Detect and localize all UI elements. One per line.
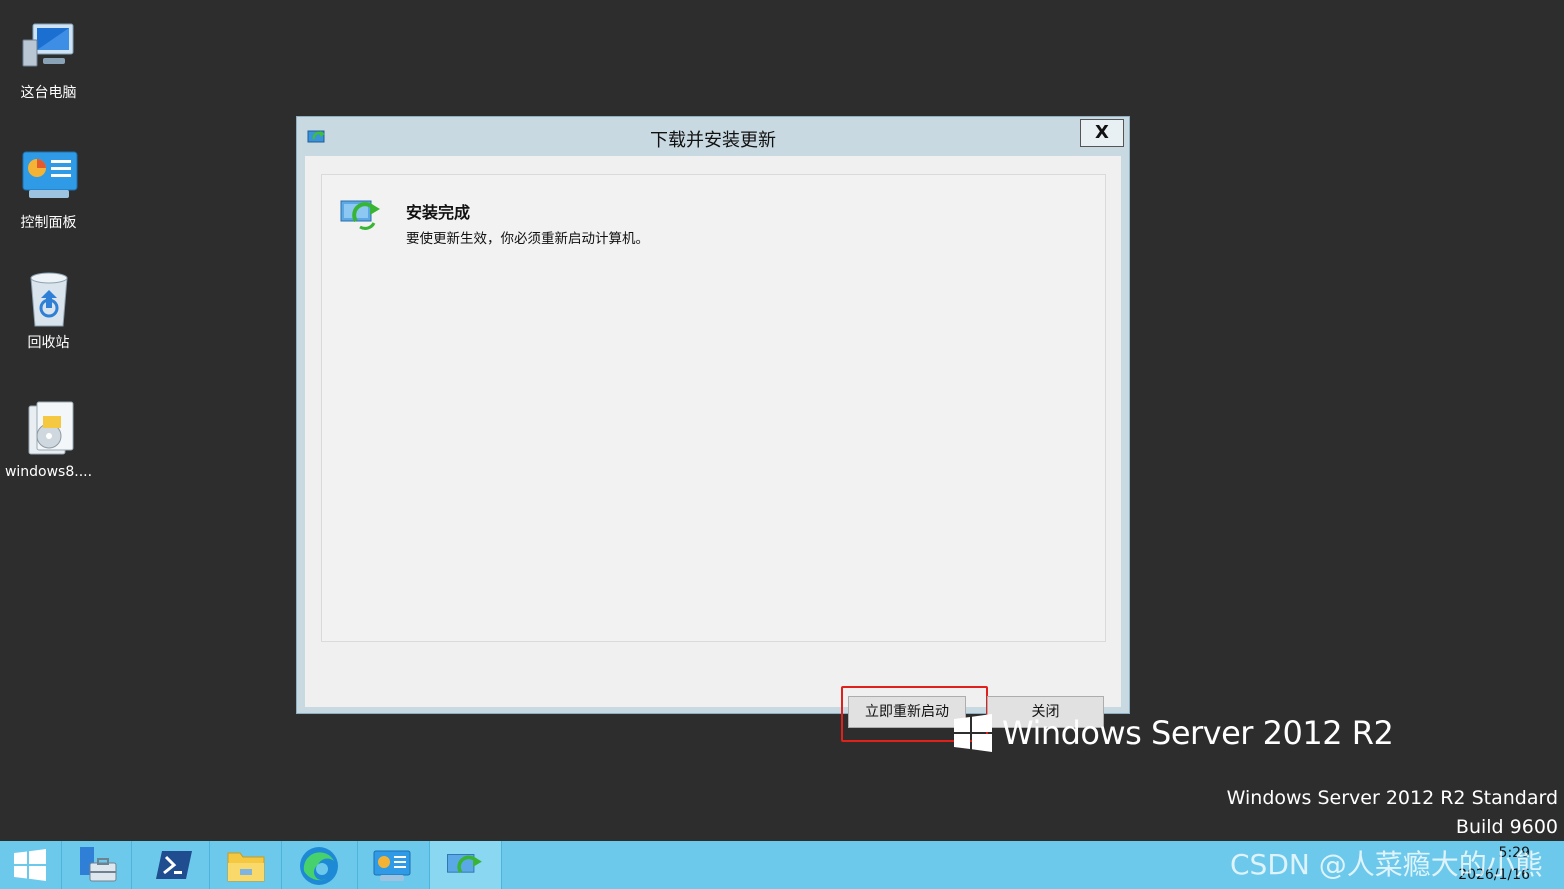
dialog-client-area: 安装完成 要使更新生效，你必须重新启动计算机。 立即重新启动 关闭 (305, 156, 1121, 742)
status-heading: 安装完成 (406, 203, 471, 222)
edge-browser-icon (300, 847, 338, 885)
close-window-button[interactable]: X (1080, 119, 1124, 147)
content-panel: 安装完成 要使更新生效，你必须重新启动计算机。 (321, 174, 1106, 642)
desktop-icon-control-panel[interactable]: 控制面板 (0, 148, 97, 232)
taskbar-edge[interactable] (282, 841, 358, 889)
desktop-icon-label: 这台电脑 (20, 85, 77, 101)
taskbar-control-panel[interactable] (358, 841, 430, 889)
taskbar-file-explorer[interactable] (210, 841, 282, 889)
windows-logo-icon (954, 714, 992, 752)
restart-now-button[interactable]: 立即重新启动 (848, 696, 966, 728)
folder-icon (227, 852, 265, 882)
control-panel-icon (19, 148, 79, 208)
installer-package-icon (19, 400, 79, 460)
computer-icon (19, 18, 79, 78)
desktop-icon-label: 控制面板 (20, 215, 77, 231)
dialog-titlebar[interactable]: 下载并安装更新 X (297, 117, 1129, 155)
powershell-icon (156, 851, 192, 879)
windows-update-icon (340, 197, 384, 231)
edition-text: Windows Server 2012 R2 Standard (1226, 787, 1558, 809)
status-message: 要使更新生效，你必须重新启动计算机。 (406, 231, 649, 247)
watermark-text: CSDN @人菜瘾大的小熊 (1230, 848, 1543, 881)
product-name: Windows Server 2012 R2 (1002, 714, 1394, 752)
taskbar-windows-update[interactable] (430, 841, 502, 889)
taskbar-server-manager[interactable] (62, 841, 132, 889)
windows-update-icon (447, 854, 482, 874)
dialog-title: 下载并安装更新 (650, 130, 776, 151)
desktop-icon-label: windows8.... (4, 464, 93, 480)
taskbar-powershell[interactable] (140, 841, 210, 889)
server-manager-icon (80, 847, 117, 882)
control-panel-icon (373, 850, 411, 881)
windows-logo-icon (14, 849, 46, 881)
update-dialog: 下载并安装更新 X 安装完成 要使更新生效，你必须重新启动计算机。 立即重新启动… (296, 116, 1130, 742)
recycle-bin-icon (19, 268, 79, 328)
build-text: Build 9600 (1455, 816, 1558, 838)
desktop-icon-label: 回收站 (27, 335, 70, 351)
desktop-icon-recycle-bin[interactable]: 回收站 (0, 268, 97, 352)
desktop-icon-this-pc[interactable]: 这台电脑 (0, 18, 97, 102)
start-button[interactable] (0, 841, 62, 889)
desktop-icon-installer[interactable]: windows8.... (0, 400, 97, 480)
